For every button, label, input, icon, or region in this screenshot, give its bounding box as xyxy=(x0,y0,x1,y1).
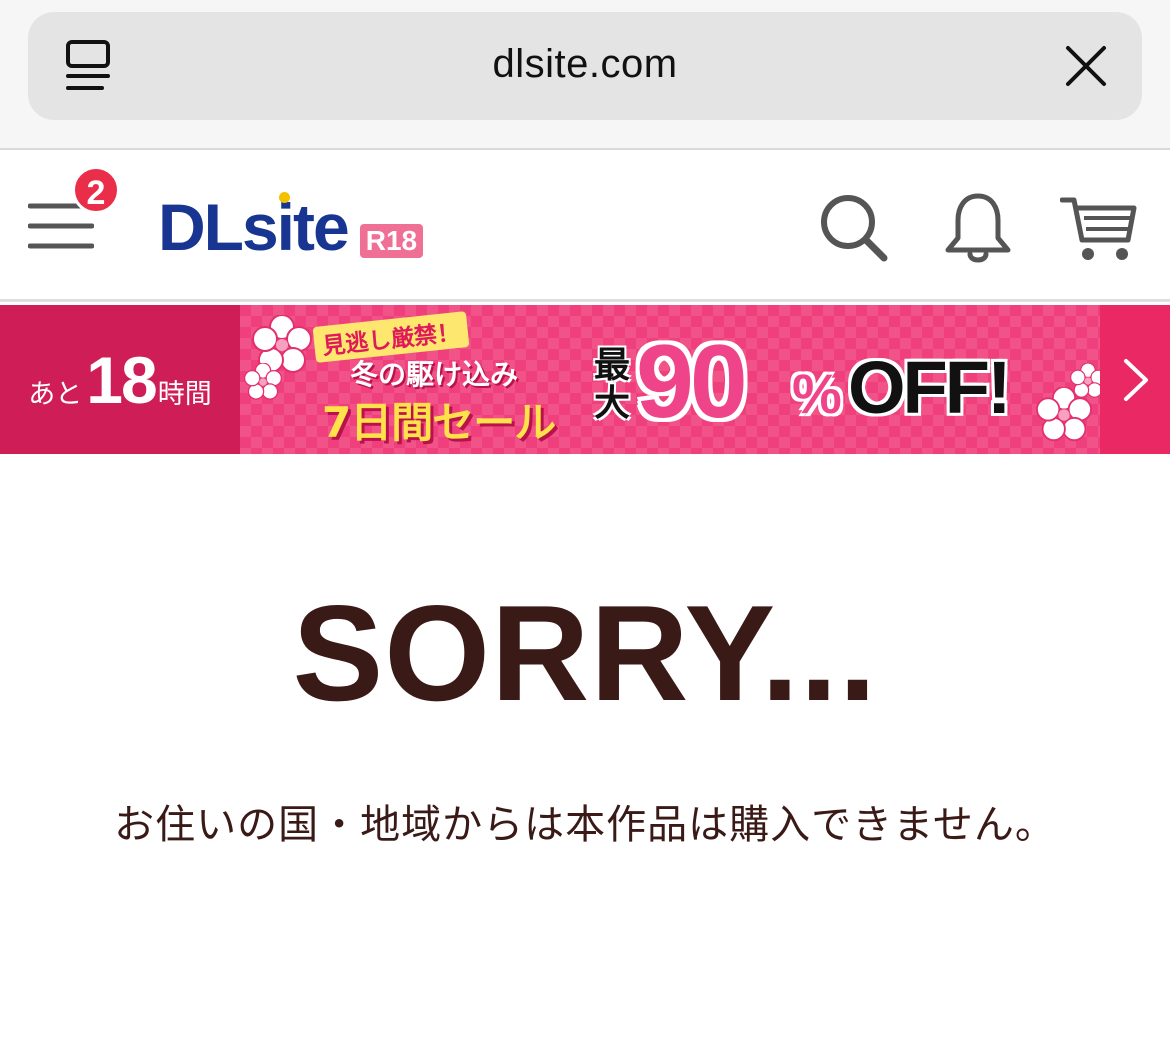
cart-icon[interactable] xyxy=(1059,190,1137,266)
error-message: お住いの国・地域からは本作品は購入できません。 xyxy=(114,802,1056,848)
plum-flower-icon xyxy=(1070,363,1100,398)
site-header: 2 DLsite R18 xyxy=(0,150,1170,302)
chevron-right-icon[interactable] xyxy=(1118,357,1152,403)
sale-banner-image[interactable]: 見逃し厳禁！ 冬の駆け込み 7日間セール 最大 90 % OFF! xyxy=(240,305,1100,454)
countdown-prefix: あと xyxy=(28,379,83,410)
sale-banner[interactable]: あと 18 時間 見逃し厳禁！ 冬の駆け込み 7日間セール 最大 90 % OF… xyxy=(0,305,1170,454)
logo-dot xyxy=(279,192,290,203)
r18-badge: R18 xyxy=(359,224,424,258)
search-icon[interactable] xyxy=(816,190,892,266)
address-bar[interactable]: dlsite.com xyxy=(28,12,1142,120)
error-heading: SORRY... xyxy=(292,577,878,729)
url-text[interactable]: dlsite.com xyxy=(28,42,1142,87)
discount-unit: % xyxy=(792,362,842,425)
sale-title-line2: 7日間セール xyxy=(322,398,556,447)
close-icon[interactable] xyxy=(1064,44,1108,88)
discount-prefix: 最大 xyxy=(594,345,631,424)
plum-flower-icon xyxy=(244,363,282,400)
discount-suffix: OFF! xyxy=(848,346,1012,429)
site-logo[interactable]: DLsite R18 xyxy=(158,190,424,264)
countdown-unit: 時間 xyxy=(157,379,212,410)
countdown-hours: 18 xyxy=(86,343,157,417)
browser-toolbar: dlsite.com xyxy=(0,0,1170,150)
bell-icon[interactable] xyxy=(940,190,1016,266)
sale-countdown: あと 18 時間 xyxy=(0,305,240,454)
logo-text: DLsite xyxy=(158,190,350,264)
notification-count-badge: 2 xyxy=(72,166,120,214)
sale-title-line1: 冬の駆け込み xyxy=(350,358,519,391)
discount-value: 90 xyxy=(636,324,748,440)
